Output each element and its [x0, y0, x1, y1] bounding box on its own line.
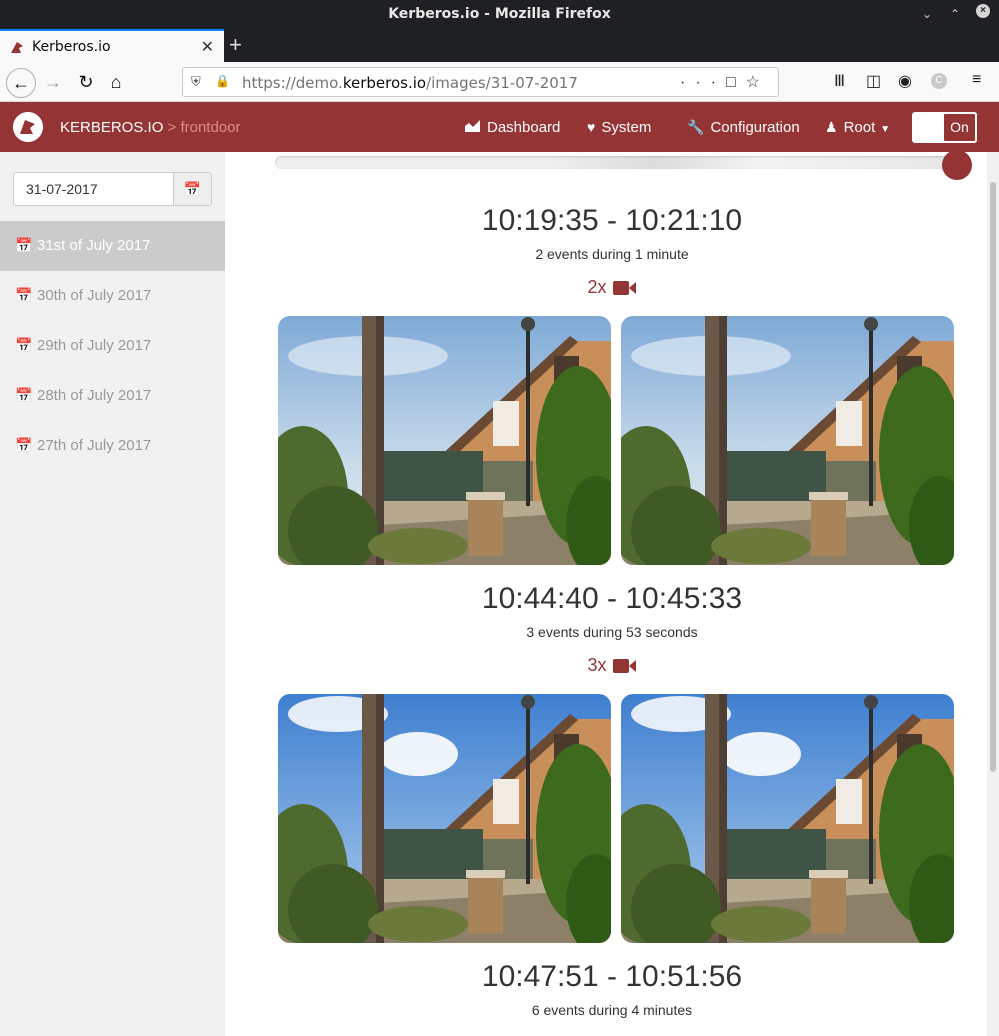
new-tab-icon[interactable]: + [229, 32, 242, 58]
event-time-range: 10:47:51 - 10:51:56 [481, 960, 743, 993]
timeline-slider[interactable] [275, 152, 972, 180]
close-tab-icon[interactable]: ✕ [201, 37, 214, 57]
page-scrollbar[interactable] [987, 152, 999, 1036]
minimize-icon[interactable]: ⌄ [922, 7, 932, 21]
event-count-label: 2x [587, 277, 607, 297]
window-title: Kerberos.io - Mozilla Firefox [388, 6, 611, 22]
heartbeat-icon: ♥ [587, 119, 596, 135]
timeline-slider-handle[interactable] [942, 152, 972, 180]
browser-navbar: ← → ↻ ⌂ ⛨ 🔒 https://demo.kerberos.io/ima… [0, 62, 999, 102]
event-summary: 3 events during 53 seconds [526, 624, 698, 640]
sidebar-day-item[interactable]: 📅 28th of July 2017 [0, 371, 225, 421]
sidebar-day-item[interactable]: 📅 31st of July 2017 [0, 221, 225, 271]
video-camera-icon [612, 659, 636, 674]
url-text[interactable]: https://demo.kerberos.io/images/31-07-20… [242, 74, 578, 92]
sidebar-day-label: 29th of July 2017 [37, 337, 152, 354]
calendar-icon: 📅 [15, 437, 33, 453]
brand-name: KERBEROS.IO [60, 119, 164, 136]
caret-down-icon: ▼ [880, 124, 891, 135]
home-icon[interactable]: ⌂ [103, 69, 129, 95]
date-picker: 📅 [13, 172, 212, 206]
lock-icon[interactable]: 🔒 [215, 74, 230, 88]
sidebar-toggle-icon[interactable]: ◫ [866, 71, 881, 91]
menu-user[interactable]: ♟ Root ▼ [825, 119, 890, 136]
extension-icon[interactable]: C [931, 73, 947, 89]
library-icon[interactable]: Ⅲ [834, 71, 845, 91]
menu-user-label: Root [843, 119, 876, 136]
camera-snapshot-image [621, 316, 954, 565]
tracking-shield-icon[interactable]: ⛨ [191, 74, 201, 90]
event-thumbnail[interactable] [278, 316, 611, 565]
page-actions-menu-icon[interactable]: ··· [680, 74, 726, 91]
calendar-icon: 📅 [15, 287, 33, 303]
sidebar-day-item[interactable]: 📅 29th of July 2017 [0, 321, 225, 371]
event-summary: 6 events during 4 minutes [531, 1002, 693, 1018]
hamburger-menu-icon[interactable]: ≡ [972, 71, 981, 89]
app-navbar: KERBEROS.IO > frontdoor Dashboard ♥ Syste… [0, 102, 999, 152]
sidebar-day-label: 30th of July 2017 [37, 287, 152, 304]
page-actions: ···□☆ [680, 72, 770, 92]
event-time-range: 10:44:40 - 10:45:33 [481, 582, 743, 615]
area-chart-icon [465, 120, 480, 132]
calendar-icon: 📅 [15, 337, 33, 353]
camera-snapshot-image [621, 694, 954, 943]
pocket-icon[interactable]: □ [726, 74, 746, 91]
account-icon[interactable]: ◉ [898, 71, 912, 91]
video-camera-icon [612, 281, 636, 296]
window-titlebar: Kerberos.io - Mozilla Firefox ⌄ ⌃ × [0, 0, 999, 29]
calendar-button[interactable]: 📅 [173, 173, 211, 205]
menu-system[interactable]: ♥ System [587, 119, 651, 136]
camera-snapshot-image [278, 694, 611, 943]
sidebar: 📅 📅31st of July 2017📅30th of July 2017📅2… [0, 152, 225, 1036]
event-thumbnail[interactable] [621, 316, 954, 565]
brand[interactable]: KERBEROS.IO > frontdoor [60, 119, 241, 136]
breadcrumb-camera: > frontdoor [163, 119, 241, 136]
menu-configuration[interactable]: 🔧 Configuration [687, 119, 800, 136]
toggle-on-label: On [942, 112, 977, 143]
event-summary: 2 events during 1 minute [535, 246, 689, 262]
menu-dashboard[interactable]: Dashboard [464, 119, 560, 136]
url-bar[interactable]: ⛨ 🔒 https://demo.kerberos.io/images/31-0… [182, 67, 779, 97]
sidebar-day-label: 28th of July 2017 [37, 387, 152, 404]
sidebar-day-label: 31st of July 2017 [37, 237, 151, 254]
main-content: 10:19:35 - 10:21:10 2 events during 1 min… [225, 152, 999, 1036]
maximize-icon[interactable]: ⌃ [950, 7, 960, 21]
date-input[interactable] [14, 173, 174, 205]
forward-arrow-icon[interactable]: → [40, 69, 66, 95]
event-time-range: 10:19:35 - 10:21:10 [481, 204, 743, 237]
event-thumbnail[interactable] [278, 694, 611, 943]
scrollbar-thumb[interactable] [990, 182, 996, 772]
event-video-count[interactable]: 3x [225, 655, 999, 676]
user-icon: ♟ [825, 119, 838, 135]
menu-system-label: System [601, 119, 652, 136]
reload-icon[interactable]: ↻ [73, 69, 99, 95]
calendar-icon: 📅 [183, 181, 202, 197]
browser-tab[interactable]: Kerberos.io ✕ [0, 29, 224, 62]
wrench-icon: 🔧 [687, 119, 705, 135]
kerberos-logo-icon[interactable] [13, 112, 43, 142]
sidebar-day-item[interactable]: 📅 27th of July 2017 [0, 421, 225, 471]
camera-snapshot-image [278, 316, 611, 565]
tab-strip: Kerberos.io ✕ + [0, 29, 999, 62]
on-off-toggle[interactable]: On [912, 112, 977, 143]
event-thumbnail[interactable] [621, 694, 954, 943]
menu-configuration-label: Configuration [710, 119, 800, 136]
event-video-count[interactable]: 2x [225, 277, 999, 298]
calendar-icon: 📅 [15, 237, 33, 253]
close-window-icon[interactable]: × [976, 4, 990, 18]
bookmark-star-icon[interactable]: ☆ [746, 74, 770, 91]
back-arrow-icon[interactable]: ← [6, 68, 36, 98]
menu-dashboard-label: Dashboard [487, 119, 561, 136]
tab-label: Kerberos.io [32, 39, 111, 55]
kerberos-favicon-icon [11, 42, 23, 53]
calendar-icon: 📅 [15, 387, 33, 403]
sidebar-day-item[interactable]: 📅 30th of July 2017 [0, 271, 225, 321]
event-count-label: 3x [587, 655, 607, 675]
sidebar-day-label: 27th of July 2017 [37, 437, 152, 454]
